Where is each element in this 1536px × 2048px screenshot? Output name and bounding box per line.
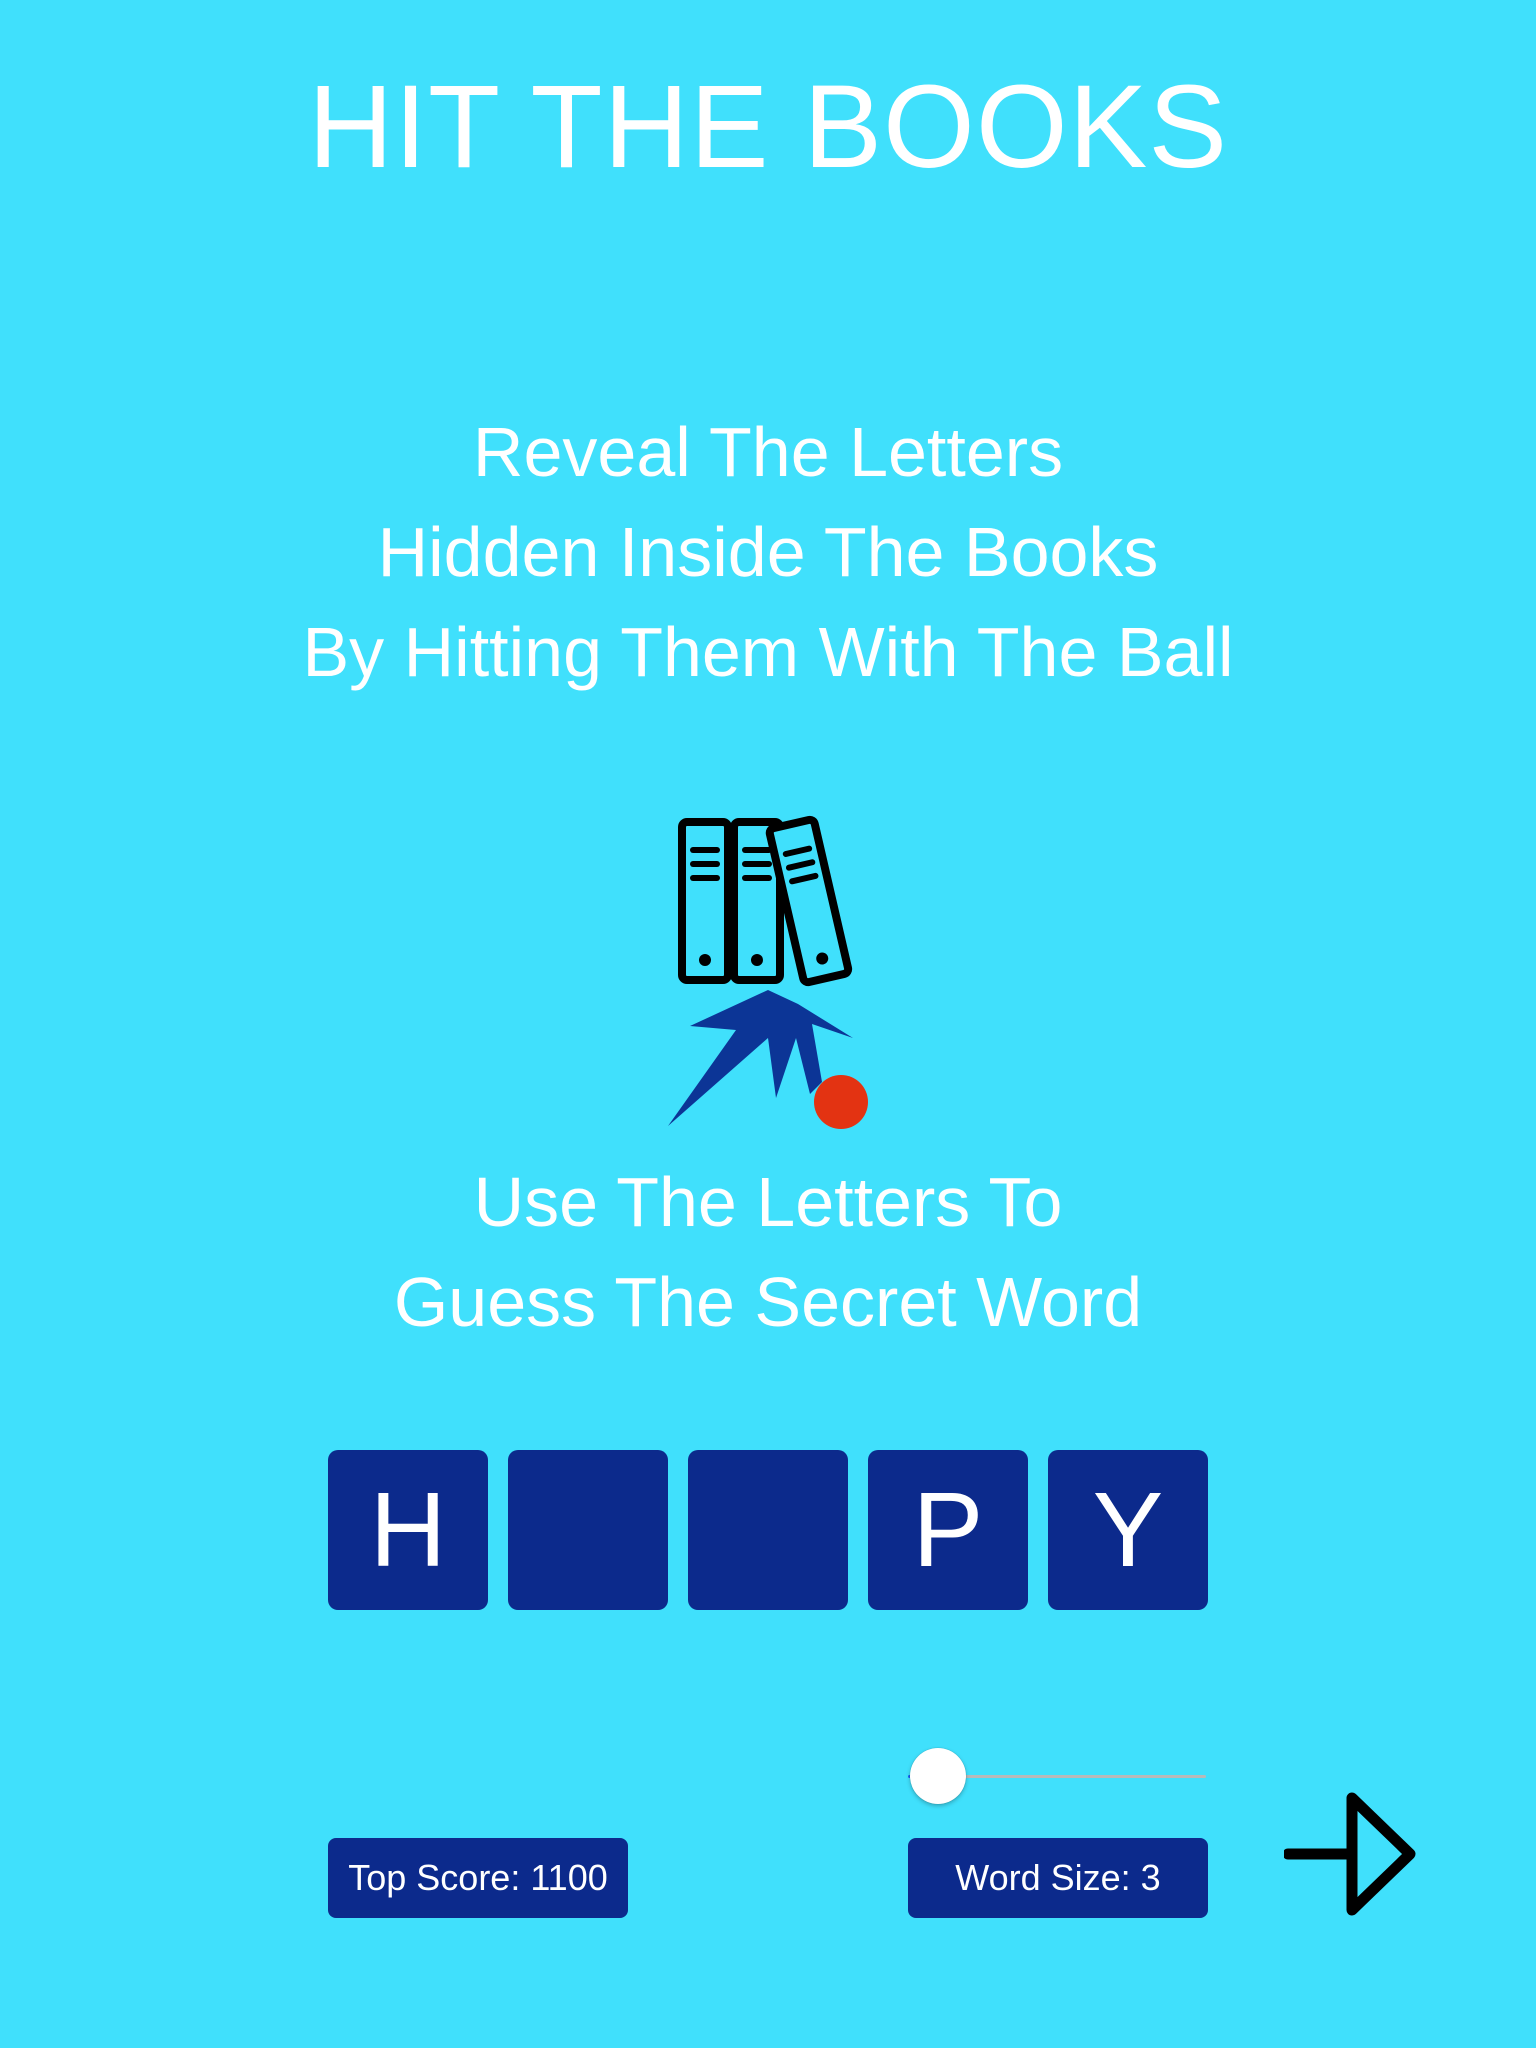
letter-tile [688,1450,848,1610]
ball-icon [814,1075,868,1129]
instruction-line: Hidden Inside The Books [377,513,1159,591]
instruction-line: By Hitting Them With The Ball [302,613,1234,691]
word-size-slider[interactable] [908,1748,1208,1806]
letter-tile: P [868,1450,1028,1610]
page-title: HIT THE BOOKS [307,61,1229,193]
arrow-right-icon[interactable] [1284,1790,1416,1922]
secret-word-tiles: H P Y [328,1450,1208,1610]
letter-tile: H [328,1450,488,1610]
book-icon [678,818,732,984]
books-and-ball-icon [668,815,868,1129]
instruction-line: Reveal The Letters [472,413,1064,491]
slider-track[interactable] [938,1775,1206,1778]
word-size-badge: Word Size: 3 [908,1838,1208,1918]
reveal-instructions: Reveal The Letters Hidden Inside The Boo… [0,402,1536,702]
slider-thumb[interactable] [910,1748,966,1804]
top-score-badge: Top Score: 1100 [328,1838,628,1918]
guess-instructions: Use The Letters To Guess The Secret Word [0,1152,1536,1352]
letter-tile [508,1450,668,1610]
instruction-line: Use The Letters To [473,1163,1063,1241]
instruction-line: Guess The Secret Word [393,1263,1143,1341]
letter-tile: Y [1048,1450,1208,1610]
